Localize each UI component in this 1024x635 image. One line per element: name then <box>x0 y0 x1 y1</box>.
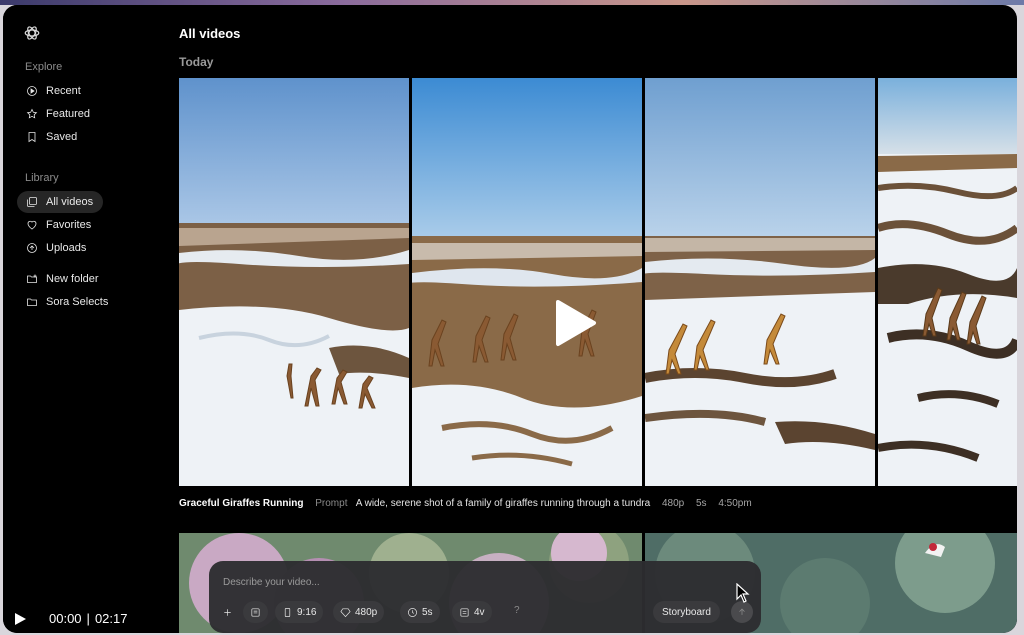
sidebar-item-label: Saved <box>46 131 78 143</box>
videos-icon <box>25 195 39 209</box>
sidebar-item-label: New folder <box>46 273 99 285</box>
video-thumbnail-4[interactable] <box>878 78 1017 486</box>
tundra-giraffes-image <box>179 78 409 486</box>
sidebar-item-all-videos[interactable]: All videos <box>17 191 104 213</box>
preset-button[interactable] <box>243 601 268 623</box>
sidebar-item-recent[interactable]: Recent <box>17 80 91 102</box>
upload-icon <box>25 241 39 255</box>
sidebar-item-sora-selects[interactable]: Sora Selects <box>17 291 118 313</box>
video-resolution: 480p <box>661 498 685 509</box>
submit-button[interactable] <box>731 601 753 623</box>
aspect-ratio-value: 9:16 <box>297 606 317 618</box>
describe-video-input[interactable]: Describe your video... <box>223 577 320 588</box>
explore-section-label: Explore <box>25 61 63 73</box>
tundra-giraffes-image <box>645 78 875 486</box>
bookmark-icon <box>25 130 39 144</box>
page-title: All videos <box>179 26 241 41</box>
sidebar-item-label: Favorites <box>46 219 92 231</box>
player-controls: 00:00 | 02:17 <box>13 611 127 626</box>
arrow-up-icon <box>739 608 745 615</box>
time-separator: | <box>86 611 90 626</box>
sidebar-item-label: Featured <box>46 108 91 120</box>
sidebar-item-label: Uploads <box>46 242 87 254</box>
sidebar-item-label: All videos <box>46 196 94 208</box>
mouse-cursor-icon <box>736 583 750 603</box>
prompt-text: A wide, serene shot of a family of giraf… <box>355 498 651 509</box>
tundra-giraffes-image <box>412 78 642 486</box>
video-duration: 5s <box>695 498 707 509</box>
preset-icon <box>251 607 260 617</box>
folder-icon <box>25 295 39 309</box>
star-icon <box>25 107 39 121</box>
sidebar-item-new-folder[interactable]: New folder <box>17 268 109 290</box>
sidebar-item-label: Recent <box>46 85 81 97</box>
sidebar-item-label: Sora Selects <box>46 296 109 308</box>
variations-icon <box>460 607 469 617</box>
sidebar: Explore Recent Featured Saved Library Al… <box>3 5 175 633</box>
help-button[interactable]: ? <box>514 605 520 616</box>
play-icon[interactable] <box>554 298 598 348</box>
tundra-giraffes-image <box>878 78 1017 486</box>
storyboard-button[interactable]: Storyboard <box>653 601 720 623</box>
library-section-label: Library <box>25 172 59 184</box>
main-content: All videos Today Graceful Giraffes Runni… <box>175 5 1017 633</box>
heart-icon <box>25 218 39 232</box>
screen: Explore Recent Featured Saved Library Al… <box>0 0 1024 635</box>
portrait-icon <box>284 607 291 617</box>
diamond-icon <box>340 607 351 617</box>
video-time: 4:50pm <box>718 498 752 509</box>
resolution-value: 480p <box>355 606 378 618</box>
add-button[interactable] <box>215 601 240 623</box>
sidebar-item-uploads[interactable]: Uploads <box>17 237 96 259</box>
prompt-label: Prompt <box>315 498 348 509</box>
sidebar-item-featured[interactable]: Featured <box>17 103 100 125</box>
video-thumbnail-2[interactable] <box>412 78 642 486</box>
sidebar-item-saved[interactable]: Saved <box>17 126 87 148</box>
sidebar-item-favorites[interactable]: Favorites <box>17 214 101 236</box>
play-button[interactable] <box>13 612 27 626</box>
video-caption: Graceful Giraffes Running Prompt A wide,… <box>179 498 752 509</box>
video-thumbnail-1[interactable] <box>179 78 409 486</box>
current-time: 00:00 <box>49 611 82 626</box>
clock-icon <box>408 607 417 617</box>
prompt-composer: Describe your video... 9:16 480p 5s 4v ?… <box>209 561 761 633</box>
video-title[interactable]: Graceful Giraffes Running <box>179 498 303 509</box>
video-thumbnail-3[interactable] <box>645 78 875 486</box>
resolution-button[interactable]: 480p <box>333 601 385 623</box>
aspect-ratio-button[interactable]: 9:16 <box>275 601 324 623</box>
section-title: Today <box>179 55 214 69</box>
new-folder-icon <box>25 272 39 286</box>
variations-value: 4v <box>474 606 485 618</box>
app-window: Explore Recent Featured Saved Library Al… <box>3 5 1017 633</box>
logo-icon[interactable] <box>23 24 41 42</box>
play-circle-icon <box>25 84 39 98</box>
total-time: 02:17 <box>94 611 128 626</box>
duration-button[interactable]: 5s <box>400 601 440 623</box>
plus-icon <box>224 608 231 616</box>
duration-value: 5s <box>422 606 433 618</box>
variations-button[interactable]: 4v <box>452 601 492 623</box>
